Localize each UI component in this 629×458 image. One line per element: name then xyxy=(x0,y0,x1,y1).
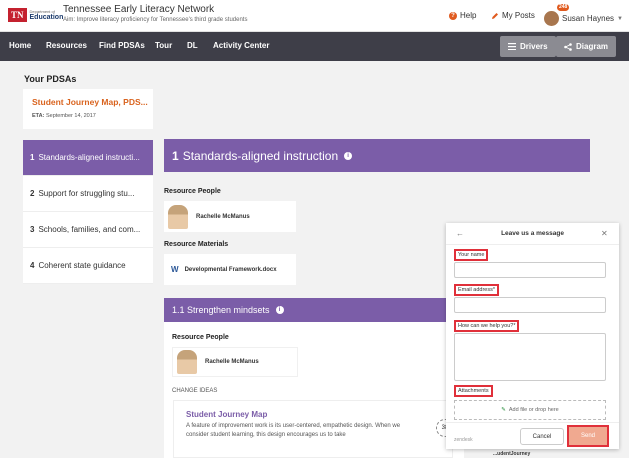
item-number: 2 xyxy=(30,189,35,198)
pencil-icon xyxy=(492,12,498,19)
tn-education-logo[interactable]: TN Department of Education xyxy=(8,8,63,22)
word-doc-icon: W xyxy=(171,265,179,274)
person-name: Rachelle McManus xyxy=(205,359,259,365)
avatar xyxy=(168,204,188,229)
sidebar-item-schools[interactable]: 3 Schools, families, and com... xyxy=(23,212,153,248)
widget-header: ← Leave us a message ✕ xyxy=(446,223,619,245)
avatar xyxy=(177,350,197,374)
avatar xyxy=(544,11,559,26)
drivers-label: Drivers xyxy=(520,42,548,51)
name-label: Your name xyxy=(454,249,489,261)
your-pdsas-heading: Your PDSAs xyxy=(24,74,77,84)
notification-badge[interactable]: 248 xyxy=(557,4,570,11)
department-label: Department of Education xyxy=(30,9,64,21)
message-textarea[interactable] xyxy=(454,333,606,381)
material-card[interactable]: W Developmental Framework.docx xyxy=(164,254,296,285)
close-icon[interactable]: ✕ xyxy=(601,229,608,238)
item-number: 3 xyxy=(30,225,35,234)
email-label: Email address* xyxy=(454,284,499,296)
item-number: 1 xyxy=(30,153,35,162)
pdsa-card-eta: ETA: September 14, 2017 xyxy=(32,113,96,119)
diagram-button[interactable]: Diagram xyxy=(556,36,617,57)
diagram-label: Diagram xyxy=(576,42,609,51)
help-link[interactable]: ? Help xyxy=(449,11,476,20)
menu-icon xyxy=(508,43,516,50)
help-icon: ? xyxy=(449,11,457,20)
sidebar-item-guidance[interactable]: 4 Coherent state guidance xyxy=(23,248,153,284)
driver-heading: 1 Standards-aligned instruction i xyxy=(164,139,590,172)
person-card[interactable]: Rachelle McManus xyxy=(164,201,296,232)
nav-home[interactable]: Home xyxy=(9,41,31,50)
subdriver-heading: 1.1 Strengthen mindsets i xyxy=(164,298,464,322)
person-name: Rachelle McManus xyxy=(196,213,250,220)
pdsa-card[interactable]: Student Journey Map, PDS... ETA: Septemb… xyxy=(23,89,153,129)
logo-edu-text: Education xyxy=(29,14,64,21)
my-posts-link[interactable]: My Posts xyxy=(491,11,535,20)
leave-message-widget: ← Leave us a message ✕ Your name Email a… xyxy=(446,223,619,449)
sidebar-item-label: Schools, families, and com... xyxy=(38,225,141,234)
email-field[interactable] xyxy=(454,297,606,313)
network-title: Tennessee Early Literacy Network xyxy=(63,4,215,15)
driver-list: 1 Standards-aligned instructi... 2 Support… xyxy=(23,140,153,284)
share-icon xyxy=(564,42,572,51)
attachment-dropzone[interactable]: ✎ Add file or drop here xyxy=(454,400,606,420)
help-question-label: How can we help you?* xyxy=(454,320,520,332)
network-aim: Aim: Improve literacy proficiency for Te… xyxy=(63,17,248,23)
user-name: Susan Haynes xyxy=(562,14,615,23)
person-card[interactable]: Rachelle McManus xyxy=(172,347,298,377)
subdriver-title: 1.1 Strengthen mindsets xyxy=(172,305,270,315)
material-name: Developmental Framework.docx xyxy=(184,266,277,273)
change-idea-text: A feature of improvement work is its use… xyxy=(186,423,401,438)
drivers-button[interactable]: Drivers xyxy=(500,36,556,57)
info-icon[interactable]: i xyxy=(344,151,353,160)
eta-label: ETA: xyxy=(32,113,45,119)
my-posts-label: My Posts xyxy=(502,11,535,20)
attach-text: Add file or drop here xyxy=(508,407,559,413)
pdsa-card-title: Student Journey Map, PDS... xyxy=(32,97,148,107)
top-header: TN Department of Education Tennessee Ear… xyxy=(0,0,629,32)
paperclip-icon: ✎ xyxy=(501,407,506,413)
widget-title: Leave us a message xyxy=(501,230,564,237)
change-ideas-label: CHANGE IDEAS xyxy=(172,388,218,394)
chevron-down-icon: ▼ xyxy=(617,15,623,22)
nav-tour[interactable]: Tour xyxy=(155,41,172,50)
send-button[interactable]: Send xyxy=(567,425,609,447)
peek-text: ...udentJourney xyxy=(493,451,531,457)
user-menu[interactable]: Susan Haynes ▼ xyxy=(544,11,623,26)
info-icon[interactable]: i xyxy=(275,306,284,314)
driver-number: 1 xyxy=(172,148,179,163)
sidebar-item-standards[interactable]: 1 Standards-aligned instructi... xyxy=(23,140,153,176)
help-label: Help xyxy=(460,11,477,20)
resource-people-label: Resource People xyxy=(164,188,221,195)
resource-people-label: Resource People xyxy=(172,334,229,341)
nav-dl[interactable]: DL xyxy=(187,41,198,50)
change-idea-title: Student Journey Map xyxy=(186,410,268,419)
item-number: 4 xyxy=(30,261,35,270)
main-nav: Home Resources Find PDSAs Tour DL Activi… xyxy=(0,32,629,61)
cancel-button[interactable]: Cancel xyxy=(520,428,564,445)
widget-footer: zendesk Cancel Send xyxy=(446,422,619,449)
driver-title: Standards-aligned instruction xyxy=(182,148,339,163)
tn-logo-mark: TN xyxy=(8,8,27,22)
sidebar-item-label: Standards-aligned instructi... xyxy=(38,153,140,162)
nav-resources[interactable]: Resources xyxy=(46,41,87,50)
change-idea-card[interactable]: Student Journey Map A feature of improve… xyxy=(173,400,454,458)
sidebar-item-label: Coherent state guidance xyxy=(38,261,126,270)
zendesk-logo: zendesk xyxy=(454,437,473,443)
sidebar-item-label: Support for struggling stu... xyxy=(38,189,135,198)
resource-materials-label: Resource Materials xyxy=(164,241,229,248)
subdriver-panel: 1.1 Strengthen mindsets i Resource Peopl… xyxy=(164,298,464,458)
sidebar-item-support[interactable]: 2 Support for struggling stu... xyxy=(23,176,153,212)
nav-activity-center[interactable]: Activity Center xyxy=(213,41,269,50)
attachments-label: Attachments xyxy=(454,385,493,397)
name-field[interactable] xyxy=(454,262,606,278)
eta-date: September 14, 2017 xyxy=(45,113,96,119)
nav-find-pdsas[interactable]: Find PDSAs xyxy=(99,41,145,50)
